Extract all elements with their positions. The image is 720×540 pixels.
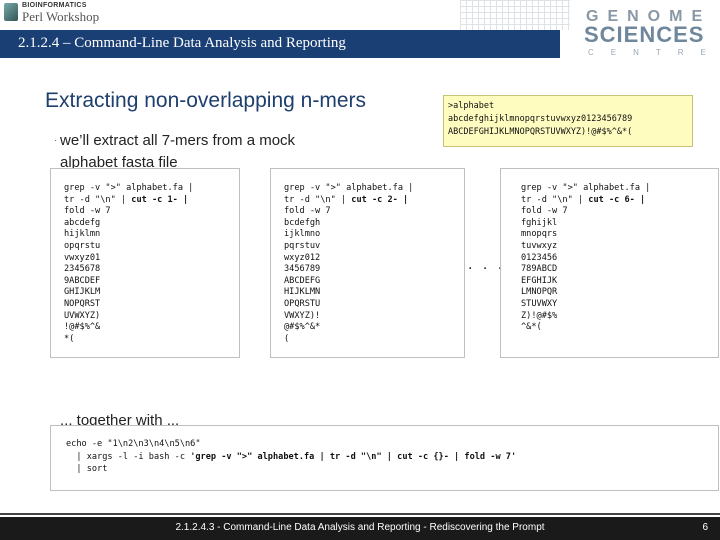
code-block-offset-2: grep -v ">" alphabet.fa | tr -d "\n" | c… [270,168,465,358]
logo-title: Perl Workshop [22,9,100,24]
output-line: ABCDEFG [284,275,321,286]
workshop-logo-icon [4,3,18,21]
output-line: @#$%^&* [284,322,321,333]
output-line: OPQRSTU [284,298,321,309]
output-line: ^&*( [521,322,542,333]
output-line: fghijkl [521,217,558,228]
output-line: 789ABCD [521,264,558,275]
command-text: | xargs -l -i bash -c [66,451,191,462]
footer-text: 2.1.2.4.3 - Command-Line Data Analysis a… [175,522,545,533]
gsc-logo-line3: CENTRE [588,48,720,57]
output-line: ijklmno [284,229,321,240]
code-highlight: cut -c 2- | [351,194,409,205]
output-line: bcdefgh [284,217,321,228]
output-line: pqrstuv [284,240,321,251]
code-text: tr -d "\n" | [284,194,352,205]
output-line: opqrstu [64,240,101,251]
output-line: LMNOPQR [521,287,558,298]
output-line: UVWXYZ) [64,310,101,321]
bullet-dot: · [54,135,58,146]
code-line: fold -w 7 [521,206,568,217]
output-line: 2345678 [64,264,101,275]
logo-subtitle: BIOINFORMATICS [22,2,87,9]
output-line: STUVWXY [521,298,558,309]
fasta-line: abcdefghijklmnopqrstuvwxyz0123456789 [448,114,633,124]
output-line: vwxyz01 [64,252,101,263]
decorative-grid [460,0,570,30]
command-line: | xargs -l -i bash -c 'grep -v ">" alpha… [66,451,718,464]
code-text: tr -d "\n" | [64,194,132,205]
output-line: !@#$%^& [64,322,101,333]
output-line: 0123456 [521,252,558,263]
output-line: hijklmn [64,229,101,240]
output-line: 3456789 [284,264,321,275]
bullet-text: we’ll extract all 7-mers from a mock alp… [60,132,296,171]
output-line: abcdefg [64,217,101,228]
code-block-offset-6: grep -v ">" alphabet.fa | tr -d "\n" | c… [500,168,719,358]
command-line: echo -e "1\n2\n3\n4\n5\n6" [66,439,201,449]
output-line: GHIJKLM [64,287,101,298]
code-line: grep -v ">" alphabet.fa | [64,183,194,193]
output-line: EFGHIJK [521,275,558,286]
code-line: tr -d "\n" | cut -c 1- | [64,195,239,207]
output-line: *( [64,333,75,344]
slide-title: Extracting non-overlapping n-mers [45,89,366,112]
output-line: 9ABCDEF [64,275,101,286]
footer-divider [0,513,720,515]
genome-sciences-logo: GENOME SCIENCES CENTRE [578,0,720,62]
code-line: tr -d "\n" | cut -c 6- | [521,195,718,207]
output-line: ( [284,333,290,344]
gsc-logo-line2: SCIENCES [584,22,705,47]
output-line: tuvwxyz [521,240,558,251]
code-line: tr -d "\n" | cut -c 2- | [284,195,464,207]
code-line: grep -v ">" alphabet.fa | [284,183,414,193]
code-block-offset-1: grep -v ">" alphabet.fa | tr -d "\n" | c… [50,168,240,358]
code-highlight: cut -c 1- | [131,194,189,205]
output-line: NOPQRST [64,298,101,309]
page-number: 6 [702,522,708,533]
fasta-header: >alphabet [448,101,495,111]
command-line: | sort [66,464,108,474]
combined-command-box: echo -e "1\n2\n3\n4\n5\n6" | xargs -l -i… [50,425,719,491]
alphabet-fasta-box: >alphabet abcdefghijklmnopqrstuvwxyz0123… [443,95,693,147]
output-line: Z)!@#$% [521,310,558,321]
code-line: grep -v ">" alphabet.fa | [521,183,651,193]
fasta-line: ABCDEFGHIJKLMNOPQRSTUVWXYZ)!@#$%^&*( [448,127,633,137]
code-line: fold -w 7 [284,206,331,217]
output-line: VWXYZ)! [284,310,321,321]
output-line: mnopqrs [521,229,558,240]
output-line: wxyz012 [284,252,321,263]
code-text: tr -d "\n" | [521,194,589,205]
command-highlight: 'grep -v ">" alphabet.fa | tr -d "\n" | … [190,451,517,462]
code-highlight: cut -c 6- | [588,194,646,205]
code-line: fold -w 7 [64,206,111,217]
output-line: HIJKLMN [284,287,321,298]
header-title: 2.1.2.4 – Command-Line Data Analysis and… [18,35,346,51]
